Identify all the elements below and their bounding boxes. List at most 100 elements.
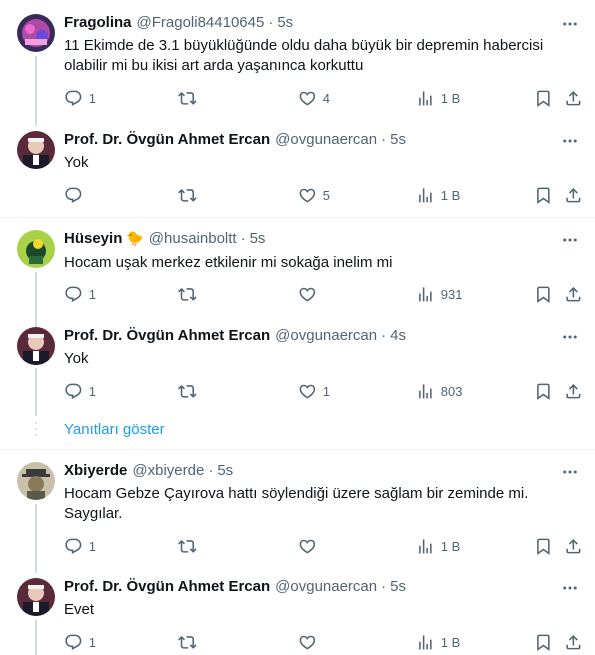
- timestamp[interactable]: 5s: [217, 462, 233, 479]
- author-handle[interactable]: @xbiyerde: [132, 462, 204, 479]
- tweet-text: Yok: [64, 350, 89, 367]
- bookmark-icon: [534, 285, 553, 304]
- views-button[interactable]: 1 B: [416, 185, 460, 205]
- timestamp[interactable]: 5s: [390, 131, 406, 148]
- author-name[interactable]: Prof. Dr. Övgün Ahmet Ercan: [64, 131, 270, 148]
- share-icon: [564, 285, 583, 304]
- tweet[interactable]: Xbiyerde @xbiyerde · 5s Hocam Gebze Çayı…: [0, 450, 595, 655]
- thread-dots: [35, 421, 37, 437]
- bookmark-icon: [534, 537, 553, 556]
- author-name[interactable]: Fragolina: [64, 14, 132, 31]
- retweet-icon: [178, 285, 197, 304]
- views-button[interactable]: 1 B: [416, 536, 460, 556]
- timestamp[interactable]: 5s: [390, 578, 406, 595]
- like-button[interactable]: 1: [298, 381, 330, 401]
- bookmark-button[interactable]: [534, 381, 553, 401]
- reply-button[interactable]: 1: [64, 381, 96, 401]
- heart-icon: [298, 89, 317, 108]
- tweet[interactable]: Fragolina @Fragoli84410645 · 5s 11 Ekimd…: [0, 0, 595, 217]
- author-name[interactable]: Xbiyerde: [64, 462, 127, 479]
- more-options-icon[interactable]: [561, 328, 579, 346]
- avatar[interactable]: [17, 462, 55, 500]
- timestamp[interactable]: 5s: [277, 14, 293, 31]
- avatar[interactable]: [17, 131, 55, 169]
- view-count: 931: [440, 286, 463, 302]
- reply-button[interactable]: 1: [64, 284, 96, 304]
- reply-icon: [64, 382, 83, 401]
- bookmark-button[interactable]: [534, 88, 553, 108]
- bookmark-button[interactable]: [534, 632, 553, 652]
- tweet[interactable]: Hüseyin 🐤 @husainboltt · 5s Hocam uşak m…: [0, 218, 595, 449]
- retweet-button[interactable]: [178, 381, 203, 401]
- share-button[interactable]: [564, 88, 583, 108]
- reply-button[interactable]: 1: [64, 632, 96, 652]
- retweet-button[interactable]: [178, 88, 203, 108]
- share-button[interactable]: [564, 185, 583, 205]
- avatar[interactable]: [17, 578, 55, 616]
- view-count: 803: [440, 383, 463, 399]
- reply-icon: [64, 285, 83, 304]
- avatar[interactable]: [17, 14, 55, 52]
- retweet-icon: [178, 186, 197, 205]
- views-button[interactable]: 803: [416, 381, 462, 401]
- share-button[interactable]: [564, 381, 583, 401]
- like-button[interactable]: 5: [298, 185, 330, 205]
- bookmark-icon: [534, 633, 553, 652]
- like-button[interactable]: 4: [298, 88, 330, 108]
- timestamp[interactable]: 4s: [390, 327, 406, 344]
- views-button[interactable]: 1 B: [416, 632, 460, 652]
- like-button[interactable]: [298, 632, 323, 652]
- reply-button[interactable]: 1: [64, 88, 96, 108]
- more-options-icon[interactable]: [561, 463, 579, 481]
- more-options-icon[interactable]: [561, 15, 579, 33]
- share-button[interactable]: [564, 284, 583, 304]
- author-handle[interactable]: @Fragoli84410645: [137, 14, 265, 31]
- share-icon: [564, 537, 583, 556]
- retweet-button[interactable]: [178, 284, 203, 304]
- like-button[interactable]: [298, 284, 323, 304]
- thread-line: [35, 620, 37, 655]
- author-handle[interactable]: @ovgunaercan: [275, 327, 377, 344]
- heart-icon: [298, 382, 317, 401]
- separator-dot: ·: [240, 230, 246, 247]
- reply-button[interactable]: 1: [64, 536, 96, 556]
- avatar[interactable]: [17, 327, 55, 365]
- author-name[interactable]: Prof. Dr. Övgün Ahmet Ercan: [64, 327, 270, 344]
- view-count: 1 B: [440, 187, 461, 203]
- more-options-icon[interactable]: [561, 231, 579, 249]
- bookmark-button[interactable]: [534, 536, 553, 556]
- retweet-button[interactable]: [178, 185, 203, 205]
- retweet-button[interactable]: [178, 632, 203, 652]
- author-handle[interactable]: @husainboltt: [149, 230, 237, 247]
- timestamp[interactable]: 5s: [250, 230, 266, 247]
- reply-count: 1: [88, 383, 96, 399]
- more-options-icon[interactable]: [561, 132, 579, 150]
- reply-button[interactable]: [64, 185, 89, 205]
- author-name[interactable]: Prof. Dr. Övgün Ahmet Ercan: [64, 578, 270, 595]
- view-count: 1 B: [440, 634, 461, 650]
- analytics-icon: [416, 382, 435, 401]
- analytics-icon: [416, 89, 435, 108]
- views-button[interactable]: 931: [416, 284, 462, 304]
- show-replies-link[interactable]: Yanıtları göster: [64, 421, 165, 438]
- share-button[interactable]: [564, 536, 583, 556]
- views-button[interactable]: 1 B: [416, 88, 460, 108]
- author-name[interactable]: Hüseyin: [64, 230, 122, 247]
- bookmark-button[interactable]: [534, 185, 553, 205]
- reply-icon: [64, 633, 83, 652]
- author-handle[interactable]: @ovgunaercan: [275, 131, 377, 148]
- author-handle[interactable]: @ovgunaercan: [275, 578, 377, 595]
- more-options-icon[interactable]: [561, 579, 579, 597]
- bookmark-icon: [534, 186, 553, 205]
- bookmark-button[interactable]: [534, 284, 553, 304]
- thread-line: [35, 368, 37, 416]
- retweet-icon: [178, 382, 197, 401]
- retweet-button[interactable]: [178, 536, 203, 556]
- like-button[interactable]: [298, 536, 323, 556]
- view-count: 1 B: [440, 538, 461, 554]
- share-button[interactable]: [564, 632, 583, 652]
- name-emoji: 🐤: [126, 230, 144, 246]
- tweet-text: 11 Ekimde de 3.1 büyüklüğünde oldu daha …: [64, 37, 544, 74]
- avatar[interactable]: [17, 230, 55, 268]
- tweet-text: Evet: [64, 601, 95, 618]
